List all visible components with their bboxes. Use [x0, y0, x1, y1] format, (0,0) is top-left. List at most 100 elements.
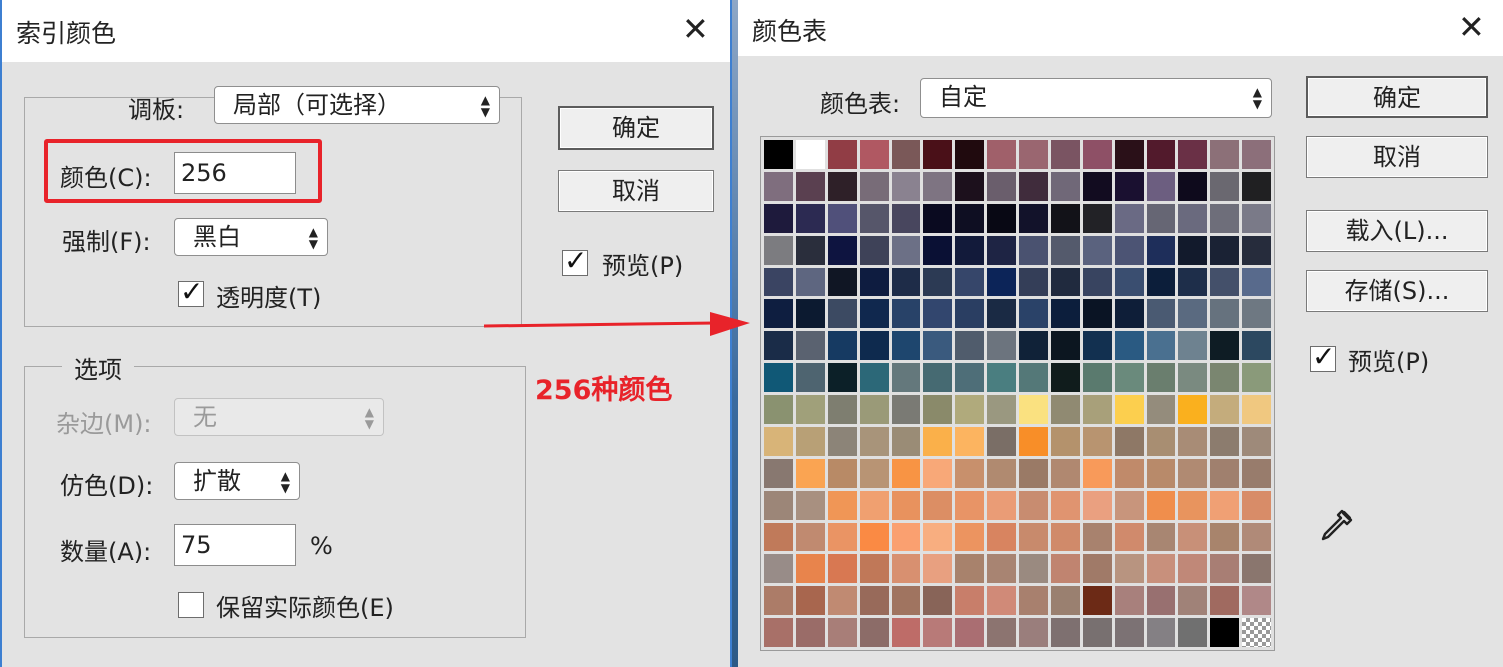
color-swatch[interactable]: [1242, 363, 1271, 392]
color-swatch[interactable]: [764, 203, 793, 233]
color-swatch[interactable]: [1242, 395, 1271, 424]
color-swatch[interactable]: [859, 299, 889, 329]
color-swatch[interactable]: [891, 203, 921, 233]
color-swatch[interactable]: [1210, 235, 1240, 265]
color-swatch[interactable]: [859, 267, 889, 297]
color-swatch[interactable]: [1146, 331, 1176, 361]
color-swatch[interactable]: [1114, 203, 1144, 233]
color-swatch[interactable]: [1210, 586, 1240, 616]
dither-select[interactable]: 扩散 ▲ ▼: [174, 462, 300, 500]
color-swatch[interactable]: [1146, 522, 1176, 552]
color-swatch[interactable]: [891, 522, 921, 552]
color-swatch[interactable]: [923, 331, 953, 361]
color-swatch[interactable]: [1019, 586, 1048, 616]
color-swatch[interactable]: [764, 267, 793, 297]
color-swatch[interactable]: [1178, 554, 1208, 584]
color-swatch[interactable]: [1019, 618, 1048, 647]
color-swatch[interactable]: [1210, 363, 1240, 392]
color-swatch[interactable]: [827, 267, 857, 297]
color-swatch[interactable]: [1114, 140, 1144, 169]
color-swatch[interactable]: [764, 331, 793, 361]
color-swatch[interactable]: [1242, 203, 1271, 233]
color-swatch[interactable]: [891, 171, 921, 201]
color-swatch[interactable]: [827, 299, 857, 329]
color-swatch[interactable]: [1114, 267, 1144, 297]
color-swatch[interactable]: [1146, 267, 1176, 297]
color-swatch[interactable]: [1082, 235, 1112, 265]
color-swatch[interactable]: [1146, 554, 1176, 584]
color-swatch[interactable]: [859, 586, 889, 616]
color-swatch[interactable]: [1114, 522, 1144, 552]
color-swatch[interactable]: [1019, 522, 1048, 552]
color-swatch[interactable]: [955, 522, 985, 552]
color-swatch[interactable]: [987, 203, 1016, 233]
color-swatch[interactable]: [795, 618, 825, 647]
color-swatch[interactable]: [1082, 331, 1112, 361]
color-swatch[interactable]: [987, 522, 1016, 552]
color-swatch[interactable]: [1019, 554, 1048, 584]
color-swatch[interactable]: [1114, 426, 1144, 456]
color-swatch[interactable]: [1019, 490, 1048, 520]
color-swatch[interactable]: [1114, 586, 1144, 616]
transparency-checkbox[interactable]: ✓: [178, 277, 204, 307]
color-swatch[interactable]: [827, 235, 857, 265]
color-swatch[interactable]: [1242, 586, 1271, 616]
color-swatch[interactable]: [1019, 140, 1048, 169]
color-swatch[interactable]: [1242, 331, 1271, 361]
color-swatch[interactable]: [1050, 586, 1080, 616]
color-swatch[interactable]: [955, 331, 985, 361]
color-swatch[interactable]: [1050, 522, 1080, 552]
load-button[interactable]: 载入(L)...: [1306, 210, 1488, 252]
color-swatch[interactable]: [859, 522, 889, 552]
color-swatch[interactable]: [923, 490, 953, 520]
color-table-select[interactable]: 自定 ▲ ▼: [920, 78, 1272, 118]
color-swatch[interactable]: [955, 203, 985, 233]
color-swatch[interactable]: [987, 458, 1016, 488]
color-swatch[interactable]: [891, 235, 921, 265]
color-swatch[interactable]: [795, 426, 825, 456]
save-button[interactable]: 存储(S)...: [1306, 270, 1488, 312]
color-swatch[interactable]: [955, 299, 985, 329]
color-swatch[interactable]: [1210, 618, 1240, 647]
color-swatch[interactable]: [1146, 395, 1176, 424]
color-swatch[interactable]: [1114, 395, 1144, 424]
color-swatch[interactable]: [1242, 426, 1271, 456]
color-swatch[interactable]: [923, 299, 953, 329]
color-swatch[interactable]: [1210, 203, 1240, 233]
color-swatch[interactable]: [955, 426, 985, 456]
color-swatch[interactable]: [1082, 171, 1112, 201]
color-swatch[interactable]: [1050, 618, 1080, 647]
color-swatch[interactable]: [987, 586, 1016, 616]
color-swatch[interactable]: [1082, 267, 1112, 297]
color-swatch[interactable]: [987, 426, 1016, 456]
color-swatch[interactable]: [827, 554, 857, 584]
color-swatch[interactable]: [1114, 618, 1144, 647]
ok-button[interactable]: 确定: [1306, 76, 1488, 118]
color-swatch[interactable]: [859, 458, 889, 488]
color-swatch[interactable]: [955, 395, 985, 424]
color-swatch[interactable]: [891, 140, 921, 169]
color-swatch[interactable]: [987, 331, 1016, 361]
color-swatch[interactable]: [859, 490, 889, 520]
color-swatch[interactable]: [1146, 235, 1176, 265]
color-swatch[interactable]: [1210, 522, 1240, 552]
color-swatch[interactable]: [1210, 267, 1240, 297]
color-swatch[interactable]: [764, 235, 793, 265]
color-swatch[interactable]: [1050, 395, 1080, 424]
color-swatch[interactable]: [827, 426, 857, 456]
color-swatch[interactable]: [1242, 490, 1271, 520]
color-swatch[interactable]: [1178, 490, 1208, 520]
color-swatch[interactable]: [764, 490, 793, 520]
color-swatch[interactable]: [827, 203, 857, 233]
color-swatch[interactable]: [859, 395, 889, 424]
transparent-swatch[interactable]: [1242, 618, 1271, 647]
color-swatch[interactable]: [1082, 426, 1112, 456]
color-swatch[interactable]: [1210, 171, 1240, 201]
color-swatch[interactable]: [1146, 426, 1176, 456]
color-swatch[interactable]: [1082, 586, 1112, 616]
color-swatch[interactable]: [1019, 267, 1048, 297]
amount-input[interactable]: 75: [174, 524, 296, 566]
color-swatch[interactable]: [955, 140, 985, 169]
color-swatch[interactable]: [795, 299, 825, 329]
color-swatch[interactable]: [1242, 554, 1271, 584]
